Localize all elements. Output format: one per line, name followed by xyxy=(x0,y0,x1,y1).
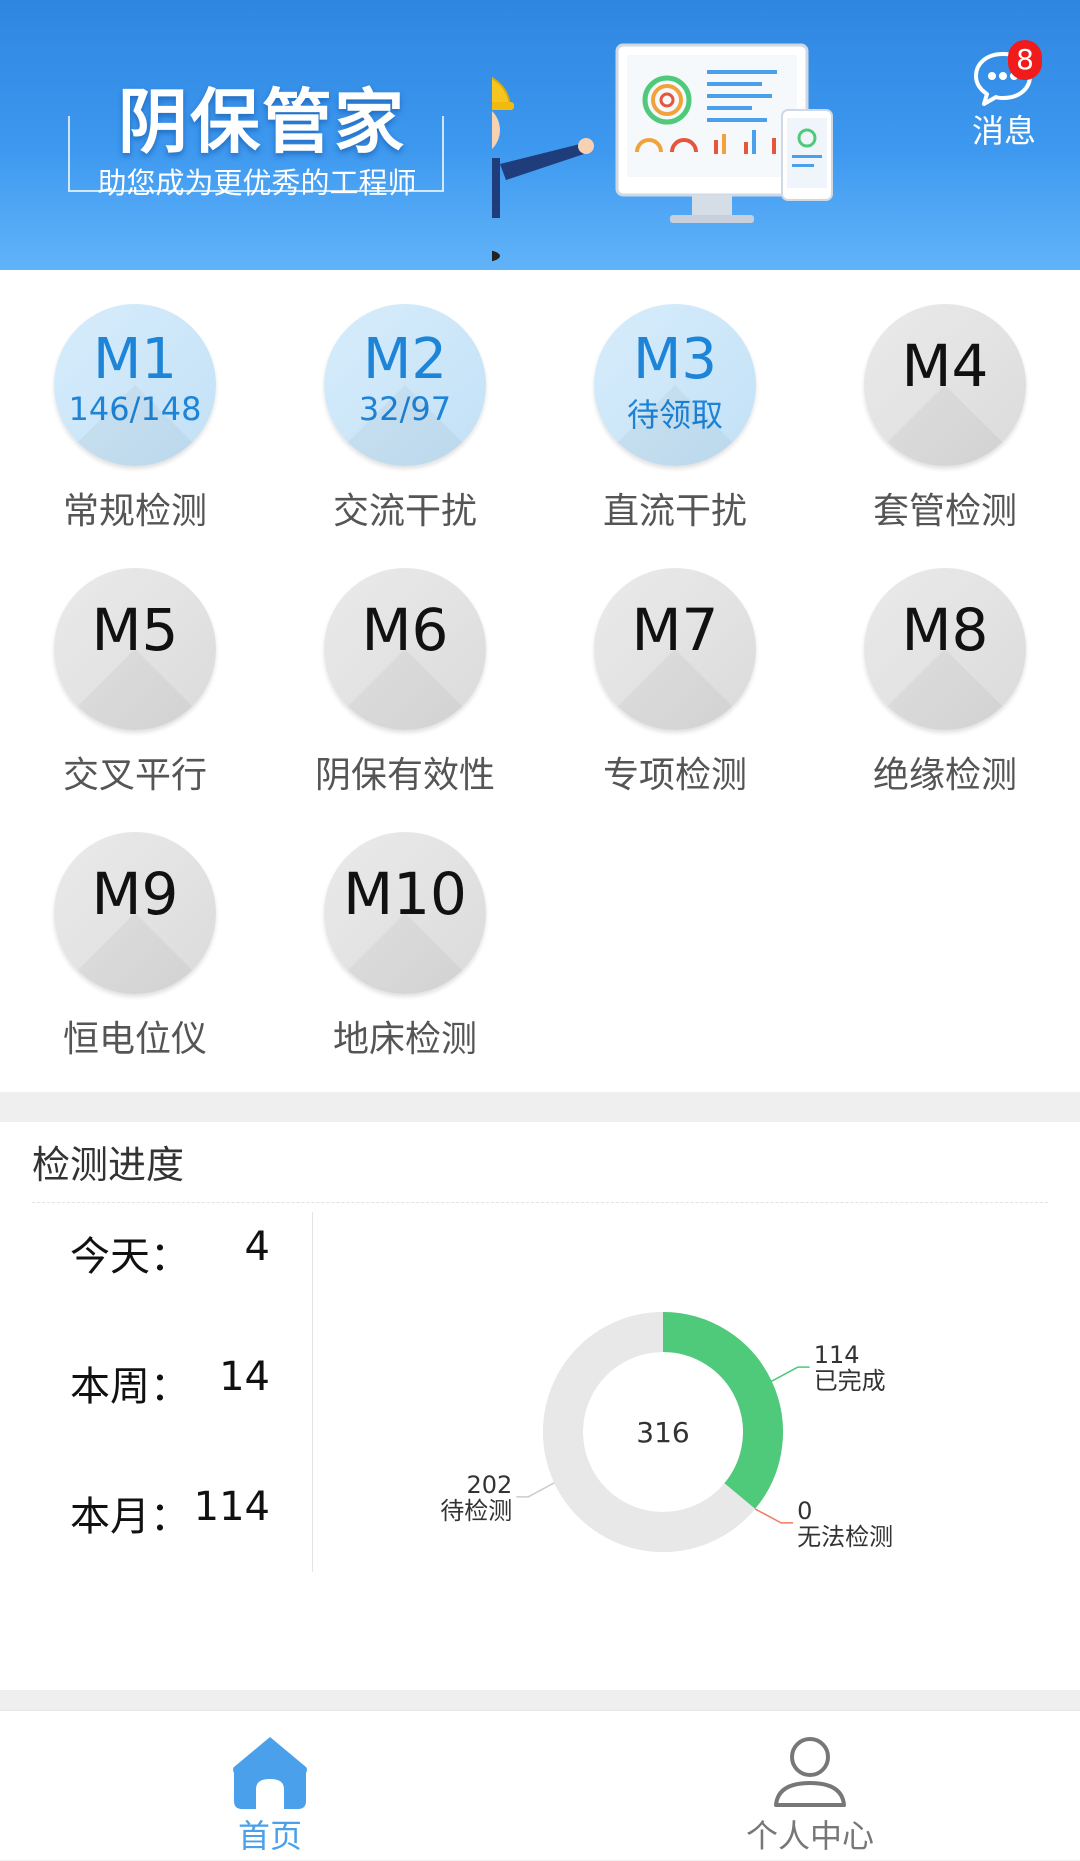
message-count-badge: 8 xyxy=(1008,40,1042,80)
module-code: M4 xyxy=(901,332,989,400)
module-status: 待领取 xyxy=(626,396,723,434)
module-grid: M1 146/148 常规检测 M2 32/97 交流干扰 M3 待领取 直流干… xyxy=(0,270,1080,1092)
module-m1-circle[interactable]: M1 146/148 xyxy=(54,304,216,466)
module-code: M1 xyxy=(93,327,177,392)
nav-home-label: 首页 xyxy=(237,1817,302,1855)
module-code: M3 xyxy=(633,327,717,392)
module-name: 地床检测 xyxy=(332,1019,477,1060)
module-m8-circle[interactable]: M8 xyxy=(864,568,1026,730)
module-code: M7 xyxy=(631,596,719,664)
module-m4-circle[interactable]: M4 xyxy=(864,304,1026,466)
module-code: M6 xyxy=(361,596,449,664)
donut-value-label-2: 202 xyxy=(466,1471,512,1499)
module-m8[interactable]: M8 绝缘检测 xyxy=(810,534,1080,796)
stat-value: 14 xyxy=(219,1354,270,1400)
module-name: 阴保有效性 xyxy=(314,755,495,796)
nav-profile-label: 个人中心 xyxy=(745,1817,874,1855)
module-m1[interactable]: M1 146/148 常规检测 xyxy=(0,270,270,532)
module-name: 直流干扰 xyxy=(602,491,747,532)
module-name: 恒电位仪 xyxy=(62,1019,207,1060)
progress-stats: 今天： 4 本周： 14 本月： 114 xyxy=(0,1212,312,1572)
stat-label: 本周： xyxy=(70,1364,190,1410)
stats-divider xyxy=(312,1212,313,1572)
donut-value-label-0: 114 xyxy=(814,1341,860,1369)
stat-value: 4 xyxy=(244,1224,270,1270)
bottom-nav: 首页 个人中心 xyxy=(0,1710,1080,1860)
module-progress: 146/148 xyxy=(68,390,202,428)
module-name: 套管检测 xyxy=(872,491,1017,532)
progress-donut-chart: 316 114已完成 0无法检测 202待检测 xyxy=(440,1312,893,1552)
module-code: M9 xyxy=(91,860,179,928)
module-m9[interactable]: M9 恒电位仪 xyxy=(0,798,270,1060)
module-name: 交叉平行 xyxy=(62,755,207,796)
module-m4[interactable]: M4 套管检测 xyxy=(810,270,1080,532)
home-icon xyxy=(233,1737,307,1809)
module-code: M5 xyxy=(91,596,179,664)
module-m10[interactable]: M10 地床检测 xyxy=(270,798,540,1060)
stat-month: 本月： 114 xyxy=(70,1484,270,1544)
nav-profile[interactable]: 个人中心 xyxy=(540,1711,1080,1861)
message-button[interactable]: 8 消息 xyxy=(962,40,1046,150)
donut-slice-0 xyxy=(662,1312,783,1509)
donut-leader-2 xyxy=(516,1482,555,1498)
nav-home[interactable]: 首页 xyxy=(0,1711,540,1861)
module-m7[interactable]: M7 专项检测 xyxy=(540,534,810,796)
app-title: 阴保管家 xyxy=(118,81,406,163)
module-m2[interactable]: M2 32/97 交流干扰 xyxy=(270,270,540,532)
module-m6-circle[interactable]: M6 xyxy=(324,568,486,730)
module-m3[interactable]: M3 待领取 直流干扰 xyxy=(540,270,810,532)
module-m6[interactable]: M6 阴保有效性 xyxy=(270,534,540,796)
donut-name-label-2: 待检测 xyxy=(440,1497,512,1525)
stat-label: 本月： xyxy=(70,1494,190,1540)
module-m9-circle[interactable]: M9 xyxy=(54,832,216,994)
module-m5-circle[interactable]: M5 xyxy=(54,568,216,730)
module-code: M8 xyxy=(901,596,989,664)
module-name: 交流干扰 xyxy=(332,491,477,532)
donut-leader-1 xyxy=(754,1508,794,1524)
module-name: 绝缘检测 xyxy=(872,755,1017,796)
module-code: M2 xyxy=(363,327,447,392)
message-label: 消息 xyxy=(971,112,1036,150)
donut-center-total: 316 xyxy=(636,1416,689,1449)
progress-card: 检测进度 今天： 4 本周： 14 本月： 114 316 114 已完成 0 无法检… xyxy=(0,1122,1080,1690)
donut-name-label-1: 无法检测 xyxy=(797,1523,893,1551)
engineer-illustration xyxy=(492,43,833,262)
module-m5[interactable]: M5 交叉平行 xyxy=(0,534,270,796)
header-banner: 阴保管家 助您成为更优秀的工程师 8 消息 xyxy=(0,0,1080,270)
app-subtitle: 助您成为更优秀的工程师 xyxy=(97,166,417,200)
stat-label: 今天： xyxy=(70,1234,190,1280)
progress-divider xyxy=(32,1202,1048,1203)
module-m3-circle[interactable]: M3 待领取 xyxy=(594,304,756,466)
module-m2-circle[interactable]: M2 32/97 xyxy=(324,304,486,466)
module-name: 常规检测 xyxy=(62,491,207,532)
module-m7-circle[interactable]: M7 xyxy=(594,568,756,730)
progress-title: 检测进度 xyxy=(32,1143,185,1187)
module-name: 专项检测 xyxy=(602,755,747,796)
donut-value-label-1: 0 xyxy=(797,1497,812,1525)
user-icon xyxy=(774,1737,846,1807)
donut-name-label-0: 已完成 xyxy=(814,1367,886,1395)
stat-value: 114 xyxy=(193,1484,270,1530)
module-m10-circle[interactable]: M10 xyxy=(324,832,486,994)
donut-leader-0 xyxy=(771,1366,810,1382)
module-progress: 32/97 xyxy=(358,390,452,428)
stat-today: 今天： 4 xyxy=(70,1224,270,1284)
module-code: M10 xyxy=(343,860,467,928)
stat-week: 本周： 14 xyxy=(70,1354,270,1414)
